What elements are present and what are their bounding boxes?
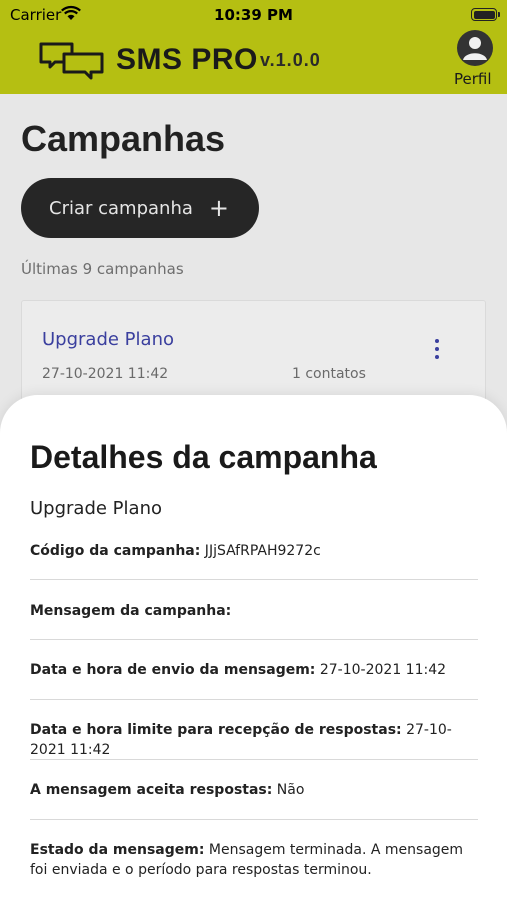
detail-accepts-replies-label: A mensagem aceita respostas: [30,782,273,798]
recent-campaigns-label: Últimas 9 campanhas [21,260,184,278]
campaign-date: 27-10-2021 11:42 [42,366,169,382]
detail-code: Código da campanha: JJjSAfRPAH9272c [30,541,478,561]
detail-reply-deadline: Data e hora limite para recepção de resp… [30,720,478,760]
status-time: 10:39 PM [214,6,293,24]
more-options-icon[interactable] [430,339,444,363]
detail-message: Mensagem da campanha: [30,601,478,621]
app-header: SMS PRO v.1.0.0 Perfil [0,30,507,94]
detail-status-label: Estado da mensagem: [30,842,205,858]
detail-send-time-value: 27-10-2021 11:42 [315,662,447,678]
brand-name: SMS PRO [116,43,258,76]
detail-message-label: Mensagem da campanha: [30,603,232,619]
campaign-contacts: 1 contatos [292,366,366,382]
plus-icon: + [208,194,229,222]
detail-send-time: Data e hora de envio da mensagem: 27-10-… [30,660,478,680]
create-campaign-button[interactable]: Criar campanha + [21,178,259,238]
divider [30,639,478,640]
detail-accepts-replies-value: Não [272,782,305,798]
battery-icon [471,8,500,21]
create-campaign-label: Criar campanha [49,197,193,219]
detail-reply-deadline-label: Data e hora limite para recepção de resp… [30,722,402,738]
campaign-name[interactable]: Upgrade Plano [42,329,174,350]
divider [30,579,478,580]
divider [30,819,478,820]
campaign-card[interactable]: Upgrade Plano 27-10-2021 11:42 1 contato… [21,300,486,410]
divider [30,699,478,700]
app-version: v.1.0.0 [260,50,321,70]
detail-code-label: Código da campanha: [30,543,201,559]
detail-status: Estado da mensagem: Mensagem terminada. … [30,840,478,880]
profile-avatar-icon[interactable] [457,30,493,66]
page-title: Campanhas [21,118,226,159]
status-bar: Carrier 10:39 PM [0,0,507,30]
sheet-campaign-name: Upgrade Plano [30,498,162,519]
profile-label[interactable]: Perfil [454,70,492,88]
campaign-details-sheet: Detalhes da campanha Upgrade Plano Códig… [0,395,507,900]
divider [30,759,478,760]
sheet-title: Detalhes da campanha [30,439,377,475]
logo-icon [39,42,104,80]
detail-accepts-replies: A mensagem aceita respostas: Não [30,780,478,800]
detail-code-value: JJjSAfRPAH9272c [200,543,321,559]
detail-send-time-label: Data e hora de envio da mensagem: [30,662,316,678]
